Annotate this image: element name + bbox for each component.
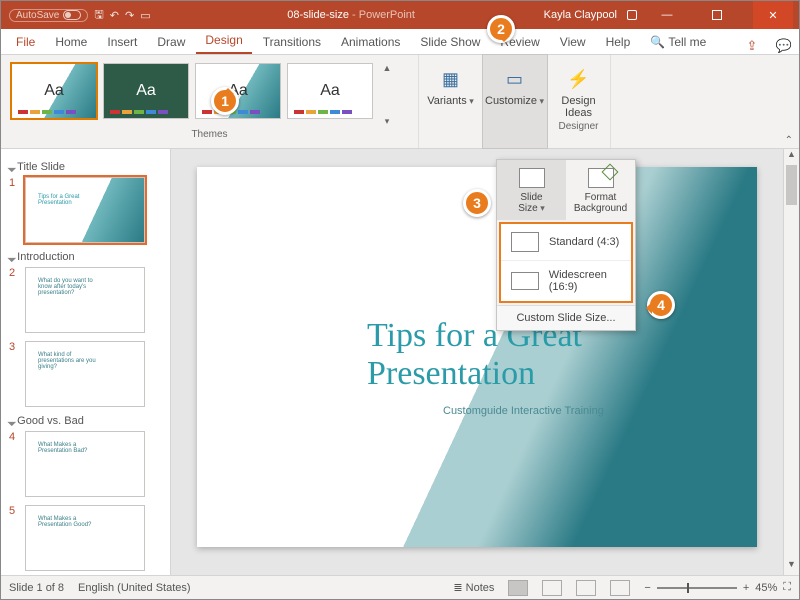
design-ideas-icon: ⚡ [563, 63, 595, 95]
section-header[interactable]: Good vs. Bad [9, 415, 162, 427]
customize-button[interactable]: ▭ Customize [483, 55, 547, 148]
annotation-callout: 3 [463, 189, 491, 217]
slide-thumbnails-pane[interactable]: Title Slide 1Tips for a Great Presentati… [1, 149, 171, 575]
theme-item[interactable]: Aa [11, 63, 97, 119]
autosave-toggle[interactable]: AutoSave [9, 9, 88, 22]
themes-scroll-up-icon[interactable]: ▲ [379, 63, 395, 73]
design-ideas-button[interactable]: Design Ideas [561, 95, 595, 119]
fit-to-window-icon[interactable]: ⛶ [783, 581, 791, 594]
zoom-in-icon[interactable]: + [743, 582, 749, 594]
zoom-slider[interactable] [657, 587, 737, 589]
slideshow-view-icon[interactable] [610, 580, 630, 596]
slide-position: Slide 1 of 8 [9, 582, 64, 594]
tab-draw[interactable]: Draw [148, 31, 194, 54]
ribbon-tabs: File Home Insert Draw Design Transitions… [1, 29, 799, 55]
tab-help[interactable]: Help [597, 31, 640, 54]
zoom-level[interactable]: 45% [755, 582, 777, 594]
thumbnail-slide-3[interactable]: What kind of presentations are you givin… [25, 341, 145, 407]
customize-dropdown: Slide Size Format Background Standard (4… [496, 159, 636, 331]
close-button[interactable]: ✕ [753, 1, 793, 29]
annotation-callout: 2 [487, 15, 515, 43]
scroll-up-icon[interactable]: ▲ [784, 149, 799, 165]
thumbnail-slide-4[interactable]: What Makes a Presentation Bad? [25, 431, 145, 497]
tab-transitions[interactable]: Transitions [254, 31, 330, 54]
window-title: 08-slide-size - PowerPoint [159, 9, 544, 21]
tab-slideshow[interactable]: Slide Show [411, 31, 489, 54]
format-background-button[interactable]: Format Background [566, 160, 635, 220]
slide-size-standard[interactable]: Standard (4:3) [501, 224, 631, 261]
redo-icon[interactable]: ↷ [125, 9, 134, 22]
tell-me[interactable]: 🔍 Tell me [641, 31, 715, 54]
scroll-down-icon[interactable]: ▼ [784, 559, 799, 575]
start-from-beginning-icon[interactable]: ▭ [140, 9, 150, 22]
vertical-scrollbar[interactable]: ▲ ▼ [783, 149, 799, 575]
undo-icon[interactable]: ↶ [110, 9, 119, 22]
collapse-ribbon-icon[interactable]: ⌃ [785, 135, 793, 146]
section-header[interactable]: Title Slide [9, 161, 162, 173]
user-name: Kayla Claypool [544, 9, 617, 21]
themes-more-icon[interactable]: ▾ [379, 116, 395, 127]
workspace: Title Slide 1Tips for a Great Presentati… [1, 149, 799, 575]
thumbnail-slide-2[interactable]: What do you want to know after today's p… [25, 267, 145, 333]
zoom-control[interactable]: − + 45% ⛶ [644, 581, 791, 594]
format-background-icon [588, 168, 614, 188]
section-header[interactable]: Introduction [9, 251, 162, 263]
normal-view-icon[interactable] [508, 580, 528, 596]
language-status[interactable]: English (United States) [78, 582, 191, 594]
variants-icon: ▦ [435, 63, 467, 95]
zoom-out-icon[interactable]: − [644, 582, 650, 594]
variants-button[interactable]: ▦ Variants [419, 55, 483, 148]
customize-icon: ▭ [499, 63, 531, 95]
tab-design[interactable]: Design [196, 29, 251, 54]
theme-item[interactable]: Aa [195, 63, 281, 119]
scroll-handle[interactable] [786, 165, 797, 205]
annotation-callout: 1 [211, 87, 239, 115]
reading-view-icon[interactable] [576, 580, 596, 596]
ribbon-design: Aa Aa Aa Aa ▲ ▾ Themes ▦ Variants ▭ Cust… [1, 55, 799, 149]
tab-animations[interactable]: Animations [332, 31, 409, 54]
tab-insert[interactable]: Insert [98, 31, 146, 54]
slide[interactable]: Tips for a Great Presentation Customguid… [197, 167, 757, 547]
slide-size-icon [519, 168, 545, 188]
slide-sorter-view-icon[interactable] [542, 580, 562, 596]
tab-file[interactable]: File [7, 31, 44, 54]
theme-item[interactable]: Aa [287, 63, 373, 119]
maximize-button[interactable] [697, 1, 737, 29]
slide-size-menu: Standard (4:3) Widescreen (16:9) [499, 222, 633, 303]
themes-label: Themes [1, 127, 418, 143]
custom-slide-size[interactable]: Custom Slide Size... [497, 305, 635, 330]
theme-item[interactable]: Aa [103, 63, 189, 119]
notes-button[interactable]: ≣ Notes [453, 581, 494, 594]
tab-view[interactable]: View [551, 31, 595, 54]
ribbon-display-icon[interactable] [627, 10, 637, 20]
status-bar: Slide 1 of 8 English (United States) ≣ N… [1, 575, 799, 599]
comments-button[interactable]: 💬 [769, 38, 799, 54]
share-button[interactable]: ⇪ [737, 38, 767, 54]
annotation-callout: 4 [647, 291, 675, 319]
themes-group: Aa Aa Aa Aa ▲ ▾ Themes [1, 55, 419, 148]
slide-subtitle[interactable]: Customguide Interactive Training [443, 405, 604, 417]
thumbnail-slide-1[interactable]: Tips for a Great Presentation [25, 177, 145, 243]
designer-group: ⚡ Design Ideas Designer [547, 55, 611, 148]
save-icon[interactable]: 🖫 [94, 6, 103, 25]
minimize-button[interactable]: — [647, 1, 687, 29]
tab-home[interactable]: Home [46, 31, 96, 54]
slide-size-widescreen[interactable]: Widescreen (16:9) [501, 261, 631, 301]
title-bar: AutoSave 🖫 ↶ ↷ ▭ 08-slide-size - PowerPo… [1, 1, 799, 29]
slide-size-button[interactable]: Slide Size [497, 160, 566, 220]
thumbnail-slide-5[interactable]: What Makes a Presentation Good? [25, 505, 145, 571]
